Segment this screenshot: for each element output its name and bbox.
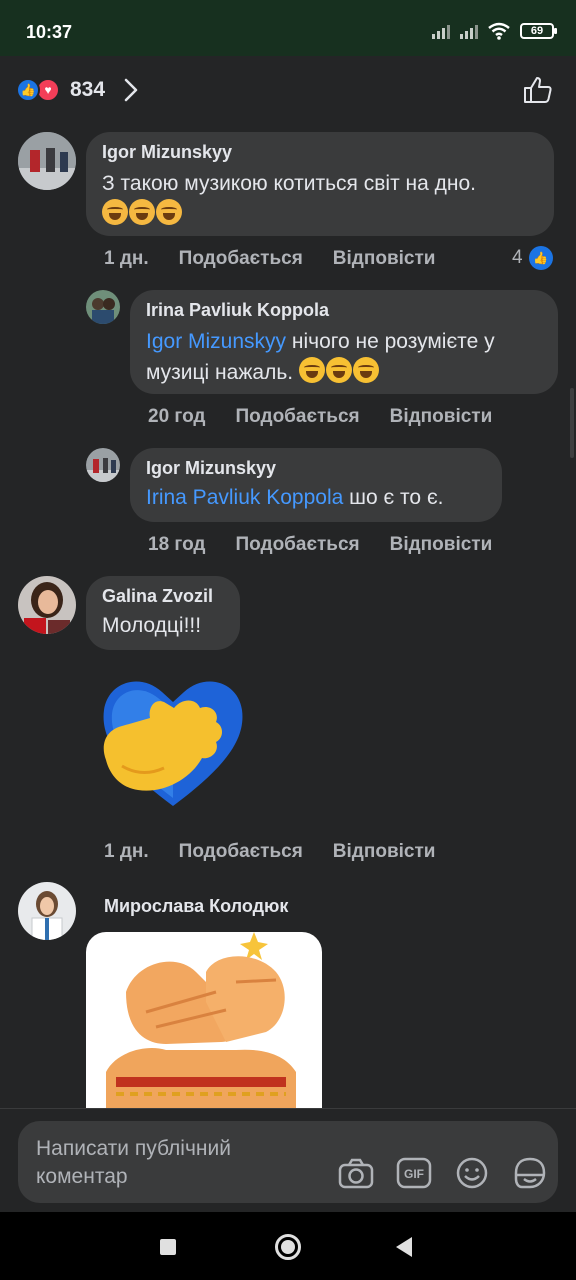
laughing-emoji-icon <box>352 357 379 383</box>
reply-bubble[interactable]: Igor Mizunskyy Irina Pavliuk Koppola шо … <box>130 448 502 522</box>
avatar-photo <box>86 448 120 482</box>
comment-author[interactable]: Galina Zvozil <box>102 586 224 607</box>
crying-emoji-icon <box>129 199 155 225</box>
like-comment-button[interactable]: Подобається <box>236 534 360 556</box>
laughing-emoji-icon <box>298 357 325 383</box>
avatar-photo <box>18 882 76 940</box>
home-button[interactable] <box>275 1234 301 1260</box>
reply-button[interactable]: Відповісти <box>333 841 436 863</box>
comment-actions: 1 дн. Подобається Відповісти <box>104 841 435 863</box>
comment-bubble[interactable]: Igor Mizunskyy З такою музикою котиться … <box>86 132 554 236</box>
avatar-photo <box>18 576 76 634</box>
comment-time: 20 год <box>148 406 206 427</box>
status-bar: 10:37 69 <box>0 0 576 56</box>
comment-input[interactable]: Написати публічний коментар <box>36 1135 276 1191</box>
reaction-count: 834 <box>70 78 106 101</box>
avatar[interactable] <box>86 448 120 482</box>
like-reaction-icon: 👍 <box>16 78 40 102</box>
hand-heart-sticker[interactable] <box>92 668 254 810</box>
battery-icon: 69 <box>520 23 557 39</box>
comment-body: шо є то є. <box>343 486 444 509</box>
laughing-emoji-icon <box>325 357 352 383</box>
signal-icon <box>432 23 450 39</box>
composer-actions: GIF <box>338 1157 548 1189</box>
comment-author[interactable]: Мирослава Колодюк <box>104 896 288 917</box>
gif-icon[interactable]: GIF <box>396 1157 432 1189</box>
avatar[interactable] <box>18 576 76 634</box>
recents-button[interactable] <box>160 1239 176 1255</box>
status-time: 10:37 <box>26 22 73 42</box>
mention-link[interactable]: Igor Mizunskyy <box>146 330 286 353</box>
reply-button[interactable]: Відповісти <box>333 248 436 270</box>
scrollbar[interactable] <box>570 388 574 458</box>
crying-emoji-icon <box>102 199 128 225</box>
comment-actions: 20 год Подобається Відповісти <box>148 406 492 428</box>
comment-body: З такою музикою котиться світ на дно. <box>102 172 476 195</box>
camera-icon[interactable] <box>338 1157 374 1189</box>
comment-text: Молодці!!! <box>102 614 202 637</box>
mention-link[interactable]: Irina Pavliuk Koppola <box>146 486 343 509</box>
like-post-button[interactable] <box>522 74 554 106</box>
chevron-right-icon[interactable] <box>122 76 140 104</box>
comment-time: 1 дн. <box>104 841 149 862</box>
comment-bubble[interactable]: Galina Zvozil Молодці!!! <box>86 576 240 650</box>
avatar[interactable] <box>18 882 76 940</box>
comment-time: 18 год <box>148 534 206 555</box>
comment-author[interactable]: Igor Mizunskyy <box>146 458 486 479</box>
emoji-icon[interactable] <box>454 1157 490 1189</box>
back-button[interactable] <box>396 1237 412 1257</box>
reply-bubble[interactable]: Irina Pavliuk Koppola Igor Mizunskyy ніч… <box>130 290 558 394</box>
comment-text: Igor Mizunskyy нічого не розумієте у муз… <box>146 327 542 388</box>
comment-text: Irina Pavliuk Koppola шо є то є. <box>146 485 486 511</box>
comment-like-count[interactable]: 4 👍 <box>512 246 553 270</box>
comment-time: 1 дн. <box>104 248 149 269</box>
comment-actions: 1 дн. Подобається Відповісти <box>104 248 435 270</box>
avatar[interactable] <box>86 290 120 324</box>
system-nav-bar <box>0 1212 576 1280</box>
comment-input-box[interactable]: Написати публічний коментар GIF <box>18 1121 558 1203</box>
like-icon: 👍 <box>528 246 553 270</box>
signal-icon-2 <box>460 23 478 39</box>
status-icons: 69 <box>432 22 557 40</box>
avatar[interactable] <box>18 132 76 190</box>
comment-author[interactable]: Igor Mizunskyy <box>102 142 538 163</box>
crying-emoji-icon <box>156 199 182 225</box>
sticker-icon[interactable] <box>512 1157 548 1189</box>
like-comment-button[interactable]: Подобається <box>179 248 303 270</box>
reactions-summary[interactable]: 👍 ♥ 834 <box>0 56 576 126</box>
reaction-icons: 👍 ♥ <box>16 78 60 102</box>
like-comment-button[interactable]: Подобається <box>179 841 303 863</box>
clapping-hands-icon <box>106 932 296 1108</box>
comment-text: З такою музикою котиться світ на дно. <box>102 169 538 230</box>
avatar-photo <box>18 132 76 190</box>
reply-button[interactable]: Відповісти <box>390 406 493 428</box>
svg-text:GIF: GIF <box>404 1167 424 1181</box>
avatar-photo <box>86 290 120 324</box>
like-comment-button[interactable]: Подобається <box>236 406 360 428</box>
wifi-icon <box>488 22 510 40</box>
reply-button[interactable]: Відповісти <box>390 534 493 556</box>
clapping-hands-sticker[interactable] <box>86 932 322 1108</box>
comment-author[interactable]: Irina Pavliuk Koppola <box>146 300 542 321</box>
comment-actions: 18 год Подобається Відповісти <box>148 534 492 556</box>
comment-composer: Написати публічний коментар GIF <box>0 1108 576 1212</box>
like-count-value: 4 <box>512 247 523 268</box>
